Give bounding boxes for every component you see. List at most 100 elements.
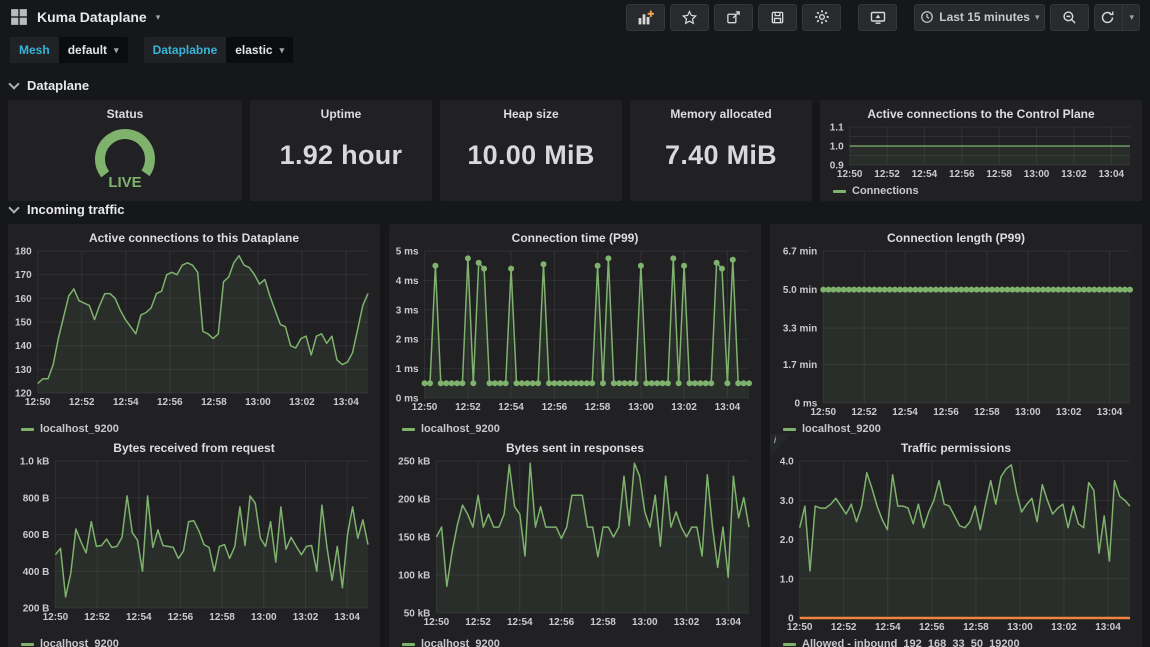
chart-connection-time[interactable]: 0 ms1 ms2 ms3 ms4 ms5 ms12:5012:5212:541… xyxy=(389,246,761,423)
panel-title[interactable]: Active connections to the Control Plane xyxy=(820,100,1142,122)
legend-item[interactable]: Allowed - inbound_192_168_33_50_19200 xyxy=(783,638,1020,647)
svg-text:1.1: 1.1 xyxy=(830,123,844,134)
star-button[interactable] xyxy=(670,4,709,31)
panel-title[interactable]: Memory allocated xyxy=(630,100,812,122)
refresh-interval-dropdown[interactable]: ▾ xyxy=(1122,5,1134,30)
svg-text:12:54: 12:54 xyxy=(113,397,139,408)
refresh-button[interactable]: ▾ xyxy=(1094,4,1140,31)
svg-text:400 B: 400 B xyxy=(23,567,50,578)
legend-item[interactable]: localhost_9200 xyxy=(402,638,500,647)
chevron-down-icon: ▾ xyxy=(1035,13,1040,22)
svg-text:1.7 min: 1.7 min xyxy=(783,360,817,371)
svg-text:13:02: 13:02 xyxy=(289,397,315,408)
legend: localhost_9200 xyxy=(8,638,380,647)
chart-bytes-received[interactable]: 200 B400 B600 B800 B1.0 kB12:5012:5212:5… xyxy=(8,456,380,638)
chevron-down-icon: ▾ xyxy=(114,46,119,55)
panel-title[interactable]: Bytes sent in responses xyxy=(389,434,761,456)
chart-active-connections-dataplane[interactable]: 12013014015016017018012:5012:5212:5412:5… xyxy=(8,246,380,423)
panel-title[interactable]: Heap size xyxy=(440,100,622,122)
panel-title[interactable]: Active connections to this Dataplane xyxy=(8,224,380,246)
panel-info-corner-icon[interactable]: i xyxy=(770,434,792,456)
svg-text:180: 180 xyxy=(15,247,32,258)
svg-text:13:00: 13:00 xyxy=(1015,407,1041,418)
chevron-down-icon xyxy=(8,202,19,213)
dashboard-grid-icon[interactable] xyxy=(10,8,28,26)
svg-text:12:58: 12:58 xyxy=(209,612,235,623)
variable-value[interactable]: default▾ xyxy=(59,37,128,63)
panel-heap-size: Heap size 10.00 MiB xyxy=(440,100,622,201)
panel-title[interactable]: Traffic permissions xyxy=(770,434,1142,456)
cycle-view-mode-button[interactable] xyxy=(858,4,897,31)
svg-text:1 ms: 1 ms xyxy=(396,364,419,375)
panel-bytes-received: Bytes received from request 200 B400 B60… xyxy=(8,434,380,647)
legend: Connections xyxy=(820,185,1142,201)
status-value: LIVE xyxy=(108,174,141,191)
navbar: Kuma Dataplane ▾ Last 15 minutes ▾ xyxy=(0,0,1150,34)
svg-text:12:56: 12:56 xyxy=(949,169,975,180)
svg-text:12:52: 12:52 xyxy=(874,169,900,180)
svg-text:4 ms: 4 ms xyxy=(396,276,419,287)
variable-mesh[interactable]: Mesh default▾ xyxy=(10,37,128,63)
uptime-value: 1.92 hour xyxy=(250,122,432,201)
time-range-picker[interactable]: Last 15 minutes ▾ xyxy=(914,4,1045,31)
legend-item[interactable]: Connections xyxy=(833,185,919,197)
svg-text:13:02: 13:02 xyxy=(1051,622,1077,633)
svg-text:12:58: 12:58 xyxy=(590,617,616,628)
zoom-out-button[interactable] xyxy=(1050,4,1089,31)
svg-text:3.0: 3.0 xyxy=(780,496,794,507)
svg-text:6.7 min: 6.7 min xyxy=(783,247,817,258)
svg-text:1.0: 1.0 xyxy=(830,142,844,153)
charts-row-2: Bytes received from request 200 B400 B60… xyxy=(8,434,1142,641)
save-button[interactable] xyxy=(758,4,797,31)
svg-text:600 B: 600 B xyxy=(23,530,50,541)
svg-text:13:02: 13:02 xyxy=(674,617,700,628)
legend-swatch xyxy=(783,643,796,646)
add-panel-button[interactable] xyxy=(626,4,665,31)
legend-item[interactable]: localhost_9200 xyxy=(21,638,119,647)
svg-text:13:02: 13:02 xyxy=(293,612,319,623)
svg-text:12:54: 12:54 xyxy=(875,622,901,633)
panel-connection-time: Connection time (P99) 0 ms1 ms2 ms3 ms4 … xyxy=(389,224,761,441)
svg-text:13:00: 13:00 xyxy=(245,397,271,408)
legend-swatch xyxy=(402,643,415,646)
panel-title[interactable]: Uptime xyxy=(250,100,432,122)
svg-text:13:04: 13:04 xyxy=(715,402,741,413)
svg-text:170: 170 xyxy=(15,270,32,281)
chart-bytes-sent[interactable]: 50 kB100 kB150 kB200 kB250 kB12:5012:521… xyxy=(389,456,761,638)
chart-active-connections-control-plane[interactable]: 0.91.01.112:5012:5212:5412:5612:5813:001… xyxy=(820,122,1142,185)
chevron-down-icon[interactable]: ▾ xyxy=(156,13,161,22)
dashboard-title[interactable]: Kuma Dataplane xyxy=(37,9,147,25)
svg-text:100 kB: 100 kB xyxy=(398,571,430,582)
panel-title[interactable]: Bytes received from request xyxy=(8,434,380,456)
variable-value[interactable]: elastic▾ xyxy=(226,37,293,63)
panel-status: Status LIVE xyxy=(8,100,242,201)
svg-text:800 B: 800 B xyxy=(23,493,50,504)
svg-text:12:54: 12:54 xyxy=(126,612,152,623)
svg-text:12:58: 12:58 xyxy=(585,402,611,413)
svg-text:12:52: 12:52 xyxy=(831,622,857,633)
chart-traffic-permissions[interactable]: 01.02.03.04.012:5012:5212:5412:5612:5813… xyxy=(770,456,1142,638)
panel-title[interactable]: Connection time (P99) xyxy=(389,224,761,246)
clock-icon xyxy=(920,10,934,24)
svg-text:12:50: 12:50 xyxy=(43,612,69,623)
panel-title[interactable]: Connection length (P99) xyxy=(770,224,1142,246)
svg-text:250 kB: 250 kB xyxy=(398,457,430,468)
legend-swatch xyxy=(783,428,796,431)
row-label: Dataplane xyxy=(27,78,89,93)
svg-text:12:56: 12:56 xyxy=(168,612,194,623)
chart-connection-length[interactable]: 0 ms1.7 min3.3 min5.0 min6.7 min12:5012:… xyxy=(770,246,1142,423)
share-button[interactable] xyxy=(714,4,753,31)
stats-row: Status LIVE Uptime 1.92 hour Heap size 1… xyxy=(8,100,1142,196)
variable-dataplane[interactable]: Dataplabne elastic▾ xyxy=(144,37,294,63)
legend-label: localhost_9200 xyxy=(421,638,500,647)
charts-row-1: Active connections to this Dataplane 120… xyxy=(8,224,1142,426)
svg-text:12:58: 12:58 xyxy=(201,397,227,408)
svg-text:13:04: 13:04 xyxy=(1095,622,1121,633)
svg-text:130: 130 xyxy=(15,365,32,376)
svg-text:12:56: 12:56 xyxy=(542,402,568,413)
svg-text:12:52: 12:52 xyxy=(851,407,877,418)
legend-swatch xyxy=(21,428,34,431)
row-header-dataplane[interactable]: Dataplane xyxy=(0,72,1150,100)
settings-button[interactable] xyxy=(802,4,841,31)
panel-title[interactable]: Status xyxy=(8,100,242,122)
